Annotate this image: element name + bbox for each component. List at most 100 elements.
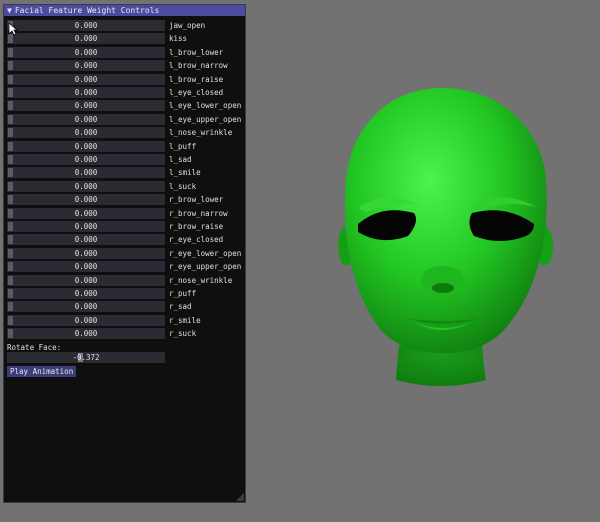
weight-value: 0.000 [74,74,98,84]
weight-value: 0.000 [74,114,98,124]
weight-slider[interactable]: 0.000 [7,20,165,31]
weight-label: r_sad [169,302,192,312]
rotate-face-value: -0.372 [72,353,100,362]
weight-value: 0.000 [74,235,98,245]
weight-value: 0.000 [74,315,98,325]
weight-value: 0.000 [74,302,98,312]
weight-slider[interactable]: 0.000 [7,288,165,299]
weight-slider[interactable]: 0.000 [7,167,165,179]
weight-row-l_brow_raise: 0.000 l_brow_raise [7,73,243,85]
weight-value: 0.000 [74,34,98,44]
green-face-model [338,88,554,386]
weight-value: 0.000 [74,168,98,178]
weight-row-l_eye_upper_open: 0.000 l_eye_upper_open [7,113,243,125]
weight-slider[interactable]: 0.000 [7,33,165,45]
weight-label: r_brow_narrow [169,208,228,218]
weight-row-l_brow_narrow: 0.000 l_brow_narrow [7,60,243,72]
weight-row-r_suck: 0.000 r_suck [7,328,243,340]
weight-value: 0.000 [74,128,98,138]
weight-value: 0.000 [74,329,98,339]
weight-label: l_brow_lower [169,47,224,57]
weight-row-r_brow_narrow: 0.000 r_brow_narrow [7,207,243,219]
weight-slider[interactable]: 0.000 [7,207,165,219]
weight-row-l_nose_wrinkle: 0.000 l_nose_wrinkle [7,127,243,139]
weight-label: r_eye_closed [169,235,224,245]
weight-slider[interactable]: 0.000 [7,87,165,98]
window-title: Facial Feature Weight Controls [14,6,160,15]
weight-row-kiss: 0.000 kiss [7,33,243,45]
weight-label: l_nose_wrinkle [169,128,233,138]
weight-slider[interactable]: 0.000 [7,154,165,165]
weight-value: 0.000 [74,47,98,57]
weight-slider[interactable]: 0.000 [7,127,165,139]
weight-value: 0.000 [74,275,98,285]
weight-slider[interactable]: 0.000 [7,113,165,125]
collapse-triangle-icon[interactable]: ▼ [7,6,12,15]
weight-slider[interactable]: 0.000 [7,221,165,232]
weight-slider[interactable]: 0.000 [7,140,165,152]
weight-slider[interactable]: 0.000 [7,234,165,246]
weight-value: 0.000 [74,101,98,111]
weight-value: 0.000 [74,155,98,164]
weight-label: r_puff [169,289,197,298]
weight-label: r_suck [169,329,197,339]
rotate-face-slider[interactable]: -0.372 [7,352,165,363]
weight-value: 0.000 [74,222,98,231]
weight-value: 0.000 [74,21,98,30]
weight-row-l_eye_lower_open: 0.000 l_eye_lower_open [7,100,243,112]
weight-label: r_eye_lower_open [169,248,242,258]
mouse-pointer-icon [8,22,18,36]
weight-label: r_nose_wrinkle [169,275,233,285]
weight-value: 0.000 [74,195,98,205]
weight-slider[interactable]: 0.000 [7,60,165,72]
weight-row-l_suck: 0.000 l_suck [7,180,243,192]
weight-label: l_eye_upper_open [169,114,242,124]
weight-label: l_smile [169,168,201,178]
resize-grip-icon[interactable] [236,493,244,501]
weight-slider[interactable]: 0.000 [7,73,165,85]
3d-viewport[interactable] [246,0,600,522]
weight-label: l_brow_narrow [169,61,228,71]
weight-row-r_brow_raise: 0.000 r_brow_raise [7,221,243,232]
weight-row-l_puff: 0.000 l_puff [7,140,243,152]
weight-value: 0.000 [74,262,98,272]
weight-label: l_suck [169,181,197,191]
weight-row-l_smile: 0.000 l_smile [7,167,243,179]
weight-slider[interactable]: 0.000 [7,328,165,340]
weight-value: 0.000 [74,208,98,218]
weight-value: 0.000 [74,289,98,298]
weight-slider[interactable]: 0.000 [7,247,165,259]
weight-slider[interactable]: 0.000 [7,261,165,273]
weight-value: 0.000 [74,141,98,151]
weight-label: r_brow_lower [169,195,224,205]
weight-slider[interactable]: 0.000 [7,100,165,112]
weight-row-r_nose_wrinkle: 0.000 r_nose_wrinkle [7,274,243,286]
weight-row-r_eye_upper_open: 0.000 r_eye_upper_open [7,261,243,273]
weight-row-jaw_open: 0.000 jaw_open [7,20,243,31]
weight-slider[interactable]: 0.000 [7,46,165,58]
weight-slider[interactable]: 0.000 [7,301,165,313]
weight-value: 0.000 [74,248,98,258]
weight-row-r_eye_closed: 0.000 r_eye_closed [7,234,243,246]
weight-row-l_brow_lower: 0.000 l_brow_lower [7,46,243,58]
weight-slider[interactable]: 0.000 [7,314,165,326]
weight-row-r_smile: 0.000 r_smile [7,314,243,326]
weight-label: r_brow_raise [169,222,224,231]
play-animation-button[interactable]: Play Animation [7,366,77,377]
weight-label: l_eye_lower_open [169,101,242,111]
weight-slider[interactable]: 0.000 [7,194,165,206]
weight-row-r_sad: 0.000 r_sad [7,301,243,313]
weight-label: l_sad [169,155,192,164]
window-titlebar[interactable]: ▼ Facial Feature Weight Controls [4,5,245,16]
weight-value: 0.000 [74,61,98,71]
weight-label: l_brow_raise [169,74,224,84]
weight-label: l_eye_closed [169,88,224,97]
weight-controls-window: ▼ Facial Feature Weight Controls 0.000 jaw… [3,4,246,503]
weight-value: 0.000 [74,88,98,97]
weight-row-r_puff: 0.000 r_puff [7,288,243,299]
weight-slider[interactable]: 0.000 [7,180,165,192]
weight-slider[interactable]: 0.000 [7,274,165,286]
weight-label: r_smile [169,315,201,325]
weight-label: r_eye_upper_open [169,262,242,272]
weight-value: 0.000 [74,181,98,191]
